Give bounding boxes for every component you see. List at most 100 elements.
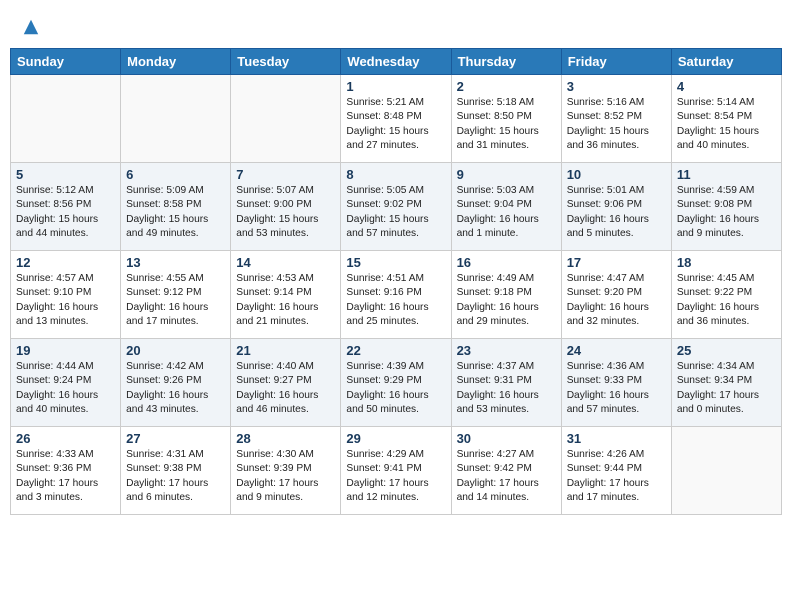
calendar-day <box>231 75 341 163</box>
day-number: 6 <box>126 167 225 182</box>
day-detail: Sunrise: 4:53 AM Sunset: 9:14 PM Dayligh… <box>236 272 335 329</box>
calendar-day: 30 Sunrise: 4:27 AM Sunset: 9:42 PM Dayli… <box>451 427 561 515</box>
day-detail: Sunrise: 4:39 AM Sunset: 9:29 PM Dayligh… <box>346 360 445 417</box>
day-header-thursday: Thursday <box>451 49 561 75</box>
day-number: 27 <box>126 431 225 446</box>
day-number: 8 <box>346 167 445 182</box>
calendar-day: 31 Sunrise: 4:26 AM Sunset: 9:44 PM Dayli… <box>561 427 671 515</box>
day-number: 20 <box>126 343 225 358</box>
calendar-day: 17 Sunrise: 4:47 AM Sunset: 9:20 PM Dayli… <box>561 251 671 339</box>
calendar-day: 5 Sunrise: 5:12 AM Sunset: 8:56 PM Daylig… <box>11 163 121 251</box>
calendar-day: 14Sunrise: 4:53 AM Sunset: 9:14 PM Dayli… <box>231 251 341 339</box>
day-detail: Sunrise: 5:12 AM Sunset: 8:56 PM Dayligh… <box>16 184 115 241</box>
calendar-day: 25 Sunrise: 4:34 AM Sunset: 9:34 PM Dayli… <box>671 339 781 427</box>
logo <box>20 20 40 38</box>
day-number: 2 <box>457 79 556 94</box>
day-header-saturday: Saturday <box>671 49 781 75</box>
calendar-day: 9 Sunrise: 5:03 AM Sunset: 9:04 PM Daylig… <box>451 163 561 251</box>
calendar-day: 26 Sunrise: 4:33 AM Sunset: 9:36 PM Dayli… <box>11 427 121 515</box>
calendar-day: 29 Sunrise: 4:29 AM Sunset: 9:41 PM Dayli… <box>341 427 451 515</box>
calendar-table: SundayMondayTuesdayWednesdayThursdayFrid… <box>10 48 782 515</box>
day-number: 3 <box>567 79 666 94</box>
day-number: 26 <box>16 431 115 446</box>
calendar-day: 20Sunrise: 4:42 AM Sunset: 9:26 PM Dayli… <box>121 339 231 427</box>
calendar-week-row: 12 Sunrise: 4:57 AM Sunset: 9:10 PM Dayli… <box>11 251 782 339</box>
day-detail: Sunrise: 4:47 AM Sunset: 9:20 PM Dayligh… <box>567 272 666 329</box>
day-number: 29 <box>346 431 445 446</box>
day-number: 18 <box>677 255 776 270</box>
calendar-day: 4 Sunrise: 5:14 AM Sunset: 8:54 PM Daylig… <box>671 75 781 163</box>
day-detail: Sunrise: 4:51 AM Sunset: 9:16 PM Dayligh… <box>346 272 445 329</box>
day-detail: Sunrise: 4:57 AM Sunset: 9:10 PM Dayligh… <box>16 272 115 329</box>
day-number: 21 <box>236 343 335 358</box>
calendar-day: 15 Sunrise: 4:51 AM Sunset: 9:16 PM Dayli… <box>341 251 451 339</box>
day-detail: Sunrise: 4:40 AM Sunset: 9:27 PM Dayligh… <box>236 360 335 417</box>
day-number: 25 <box>677 343 776 358</box>
day-number: 23 <box>457 343 556 358</box>
day-detail: Sunrise: 4:59 AM Sunset: 9:08 PM Dayligh… <box>677 184 776 241</box>
day-detail: Sunrise: 4:45 AM Sunset: 9:22 PM Dayligh… <box>677 272 776 329</box>
day-detail: Sunrise: 5:09 AM Sunset: 8:58 PM Dayligh… <box>126 184 225 241</box>
calendar-day: 3 Sunrise: 5:16 AM Sunset: 8:52 PM Daylig… <box>561 75 671 163</box>
day-header-sunday: Sunday <box>11 49 121 75</box>
day-number: 31 <box>567 431 666 446</box>
day-detail: Sunrise: 5:05 AM Sunset: 9:02 PM Dayligh… <box>346 184 445 241</box>
day-number: 5 <box>16 167 115 182</box>
day-detail: Sunrise: 4:34 AM Sunset: 9:34 PM Dayligh… <box>677 360 776 417</box>
calendar-day: 6 Sunrise: 5:09 AM Sunset: 8:58 PM Daylig… <box>121 163 231 251</box>
page-header <box>10 10 782 43</box>
day-detail: Sunrise: 4:26 AM Sunset: 9:44 PM Dayligh… <box>567 448 666 505</box>
day-number: 16 <box>457 255 556 270</box>
calendar-day: 21 Sunrise: 4:40 AM Sunset: 9:27 PM Dayli… <box>231 339 341 427</box>
calendar-week-row: 5 Sunrise: 5:12 AM Sunset: 8:56 PM Daylig… <box>11 163 782 251</box>
day-header-friday: Friday <box>561 49 671 75</box>
calendar-day: 23 Sunrise: 4:37 AM Sunset: 9:31 PM Dayli… <box>451 339 561 427</box>
day-detail: Sunrise: 5:16 AM Sunset: 8:52 PM Dayligh… <box>567 96 666 153</box>
calendar-week-row: 1 Sunrise: 5:21 AM Sunset: 8:48 PM Daylig… <box>11 75 782 163</box>
day-detail: Sunrise: 4:37 AM Sunset: 9:31 PM Dayligh… <box>457 360 556 417</box>
day-header-wednesday: Wednesday <box>341 49 451 75</box>
day-number: 10 <box>567 167 666 182</box>
calendar-day: 19 Sunrise: 4:44 AM Sunset: 9:24 PM Dayli… <box>11 339 121 427</box>
day-detail: Sunrise: 4:33 AM Sunset: 9:36 PM Dayligh… <box>16 448 115 505</box>
calendar-week-row: 19 Sunrise: 4:44 AM Sunset: 9:24 PM Dayli… <box>11 339 782 427</box>
day-number: 28 <box>236 431 335 446</box>
day-number: 19 <box>16 343 115 358</box>
calendar-day: 11Sunrise: 4:59 AM Sunset: 9:08 PM Dayli… <box>671 163 781 251</box>
calendar-day <box>11 75 121 163</box>
day-number: 7 <box>236 167 335 182</box>
day-number: 1 <box>346 79 445 94</box>
day-detail: Sunrise: 4:29 AM Sunset: 9:41 PM Dayligh… <box>346 448 445 505</box>
day-detail: Sunrise: 5:03 AM Sunset: 9:04 PM Dayligh… <box>457 184 556 241</box>
day-number: 30 <box>457 431 556 446</box>
day-header-monday: Monday <box>121 49 231 75</box>
calendar-day: 18 Sunrise: 4:45 AM Sunset: 9:22 PM Dayli… <box>671 251 781 339</box>
day-number: 15 <box>346 255 445 270</box>
day-detail: Sunrise: 5:21 AM Sunset: 8:48 PM Dayligh… <box>346 96 445 153</box>
calendar-day: 28 Sunrise: 4:30 AM Sunset: 9:39 PM Dayli… <box>231 427 341 515</box>
calendar-day: 27 Sunrise: 4:31 AM Sunset: 9:38 PM Dayli… <box>121 427 231 515</box>
day-detail: Sunrise: 4:30 AM Sunset: 9:39 PM Dayligh… <box>236 448 335 505</box>
day-number: 13 <box>126 255 225 270</box>
day-detail: Sunrise: 5:07 AM Sunset: 9:00 PM Dayligh… <box>236 184 335 241</box>
day-number: 17 <box>567 255 666 270</box>
calendar-day: 8 Sunrise: 5:05 AM Sunset: 9:02 PM Daylig… <box>341 163 451 251</box>
day-number: 24 <box>567 343 666 358</box>
day-detail: Sunrise: 5:18 AM Sunset: 8:50 PM Dayligh… <box>457 96 556 153</box>
calendar-day <box>121 75 231 163</box>
day-detail: Sunrise: 4:55 AM Sunset: 9:12 PM Dayligh… <box>126 272 225 329</box>
calendar-day: 7 Sunrise: 5:07 AM Sunset: 9:00 PM Daylig… <box>231 163 341 251</box>
day-detail: Sunrise: 4:44 AM Sunset: 9:24 PM Dayligh… <box>16 360 115 417</box>
day-number: 12 <box>16 255 115 270</box>
day-number: 9 <box>457 167 556 182</box>
calendar-day: 16Sunrise: 4:49 AM Sunset: 9:18 PM Dayli… <box>451 251 561 339</box>
day-number: 4 <box>677 79 776 94</box>
day-detail: Sunrise: 4:31 AM Sunset: 9:38 PM Dayligh… <box>126 448 225 505</box>
calendar-day: 1 Sunrise: 5:21 AM Sunset: 8:48 PM Daylig… <box>341 75 451 163</box>
day-detail: Sunrise: 4:27 AM Sunset: 9:42 PM Dayligh… <box>457 448 556 505</box>
calendar-day: 24Sunrise: 4:36 AM Sunset: 9:33 PM Dayli… <box>561 339 671 427</box>
calendar-day: 12 Sunrise: 4:57 AM Sunset: 9:10 PM Dayli… <box>11 251 121 339</box>
day-detail: Sunrise: 5:14 AM Sunset: 8:54 PM Dayligh… <box>677 96 776 153</box>
calendar-day: 10Sunrise: 5:01 AM Sunset: 9:06 PM Dayli… <box>561 163 671 251</box>
calendar-day: 13 Sunrise: 4:55 AM Sunset: 9:12 PM Dayli… <box>121 251 231 339</box>
